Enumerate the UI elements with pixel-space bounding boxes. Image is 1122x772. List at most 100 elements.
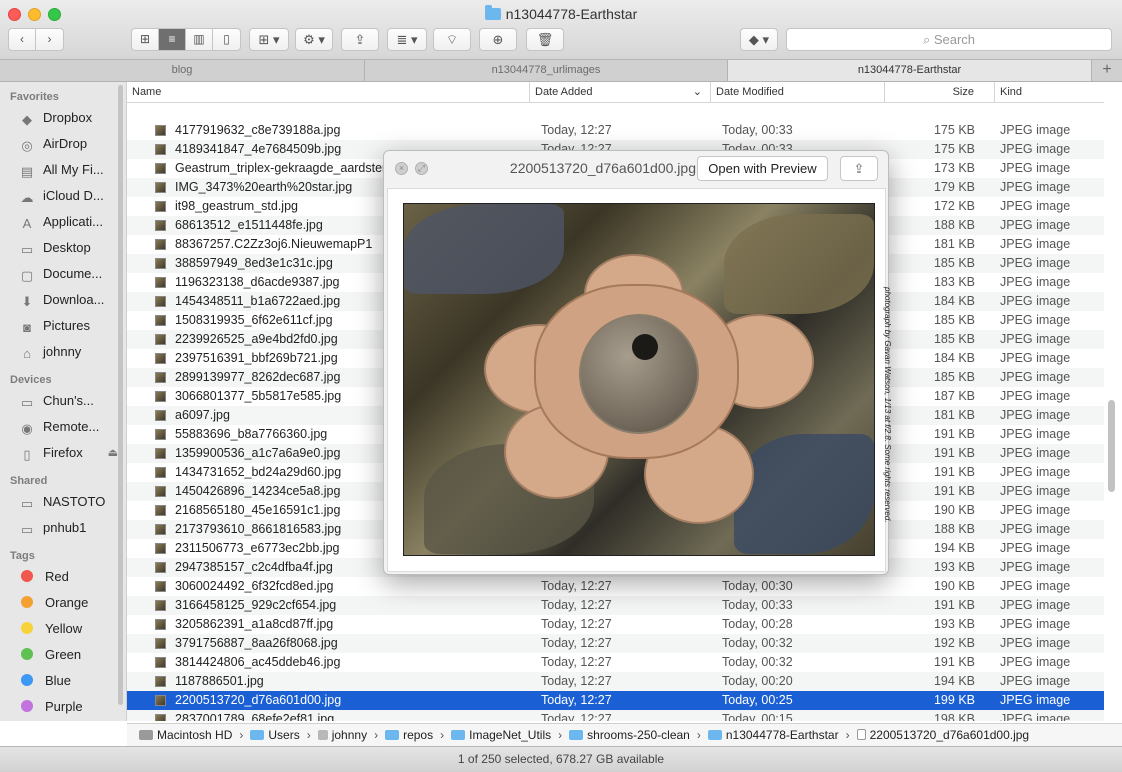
quick-look-share-button[interactable]: ⇪ <box>840 156 878 181</box>
file-size: 175 KB <box>933 142 975 156</box>
sidebar-item-label: iCloud D... <box>43 188 104 203</box>
cover-flow-view-button[interactable]: ▯ <box>213 29 240 50</box>
file-size: 193 KB <box>933 617 975 631</box>
tab-urlimages[interactable]: n13044778_urlimages <box>365 60 728 81</box>
eject-icon[interactable]: ⏏ <box>108 440 118 466</box>
sidebar-scrollbar[interactable] <box>118 85 123 705</box>
path-segment[interactable]: Users <box>250 724 300 746</box>
table-row[interactable]: 1187886501.jpg Today, 12:27 Today, 00:20 19… <box>127 672 1104 691</box>
server-icon: ▭ <box>20 496 34 511</box>
sidebar-tag-orange[interactable]: Orange <box>0 590 126 616</box>
new-tab-button[interactable]: + <box>1092 60 1122 81</box>
airdrop-icon: ◎ <box>21 138 33 153</box>
sidebar-item-label: Desktop <box>43 240 91 255</box>
column-header-date-added[interactable]: Date Added ⌄ <box>529 82 710 103</box>
path-segment[interactable]: Macintosh HD <box>139 724 232 746</box>
date-added: Today, 12:27 <box>541 598 612 612</box>
date-added: Today, 12:27 <box>541 712 612 721</box>
jpeg-file-icon <box>155 467 166 478</box>
file-size: 173 KB <box>933 161 975 175</box>
jpeg-file-icon <box>155 163 166 174</box>
file-kind: JPEG image <box>1000 655 1071 669</box>
path-segment[interactable]: n13044778-Earthstar <box>707 724 839 746</box>
new-folder-button[interactable]: ⊕ <box>479 28 517 51</box>
tag-button[interactable]: ⌔ <box>433 28 471 51</box>
action-menu-button[interactable]: ⚙ ▾ <box>295 28 333 51</box>
sidebar-item-applications[interactable]: A Applicati... <box>0 209 126 235</box>
tab-bar: blog n13044778_urlimages n13044778-Earth… <box>0 60 1122 82</box>
column-header-kind[interactable]: Kind <box>994 82 1104 103</box>
column-header-date-modified[interactable]: Date Modified <box>710 82 884 103</box>
arrange-by-menu-button[interactable]: ≣ ▾ <box>387 28 427 51</box>
column-header-size[interactable]: Size <box>884 82 994 103</box>
share-button[interactable]: ⇪ <box>341 28 379 51</box>
sidebar-item-pictures[interactable]: ◙ Pictures <box>0 313 126 339</box>
sidebar-item-desktop[interactable]: ▭ Desktop <box>0 235 126 261</box>
path-segment-label: ImageNet_Utils <box>469 728 552 742</box>
file-name: 3205862391_a1a8cd87ff.jpg <box>175 617 334 631</box>
path-segment-label: repos <box>403 728 434 742</box>
sidebar-item-airdrop[interactable]: ◎ AirDrop <box>0 131 126 157</box>
sidebar-item-pnhub1[interactable]: ▭ pnhub1 <box>0 515 126 541</box>
back-button[interactable]: ‹ <box>9 29 36 50</box>
table-row[interactable]: 3814424806_ac45ddeb46.jpg Today, 12:27 Tod… <box>127 653 1104 672</box>
quick-look-close-button[interactable]: × <box>395 162 408 175</box>
column-header-name[interactable]: Name <box>127 82 529 103</box>
table-row[interactable]: 2837001789_68efe2ef81.jpg Today, 12:27 Tod… <box>127 710 1104 721</box>
table-row[interactable]: 3205862391_a1a8cd87ff.jpg Today, 12:27 Tod… <box>127 615 1104 634</box>
jpeg-file-icon <box>155 353 166 364</box>
date-modified: Today, 00:15 <box>722 712 793 721</box>
folder-icon <box>385 730 400 740</box>
sidebar-item-label: Green <box>45 647 82 662</box>
table-row[interactable]: 3791756887_8aa26f8068.jpg Today, 12:27 Tod… <box>127 634 1104 653</box>
column-view-button[interactable]: ▥ <box>186 29 213 50</box>
dropbox-menu-button[interactable]: ◆ ▾ <box>740 28 778 51</box>
sidebar-item-home[interactable]: ⌂ johnny <box>0 339 126 365</box>
date-added: Today, 12:27 <box>541 636 612 650</box>
sidebar-item-computer[interactable]: ▭ Chun's... <box>0 388 126 414</box>
list-header: Name Date Added ⌄ Date Modified Size Kind <box>127 82 1104 103</box>
path-segment[interactable]: 2200513720_d76a601d00.jpg <box>856 724 1029 746</box>
path-segment[interactable]: shrooms-250-clean <box>569 724 690 746</box>
sidebar-item-documents[interactable]: ▢ Docume... <box>0 261 126 287</box>
open-with-preview-button[interactable]: Open with Preview <box>697 156 828 181</box>
sidebar-item-nastoto[interactable]: ▭ NASTOTO <box>0 489 126 515</box>
file-size: 187 KB <box>933 389 975 403</box>
sidebar-item-dropbox[interactable]: ◆ Dropbox <box>0 105 126 131</box>
table-row[interactable]: 3166458125_929c2cf654.jpg Today, 12:27 Tod… <box>127 596 1104 615</box>
forward-button[interactable]: › <box>36 29 63 50</box>
path-segment[interactable]: johnny <box>317 724 367 746</box>
sidebar-header-devices: Devices <box>10 374 52 386</box>
sidebar-tag-yellow[interactable]: Yellow <box>0 616 126 642</box>
file-kind: JPEG image <box>1000 313 1071 327</box>
search-field[interactable]: ⌕ Search <box>786 28 1112 51</box>
sidebar-tag-purple[interactable]: Purple <box>0 694 126 720</box>
sidebar-tag-red[interactable]: Red <box>0 564 126 590</box>
list-view-button[interactable]: ≡ <box>159 29 186 50</box>
sidebar-item-icloud-drive[interactable]: ☁ iCloud D... <box>0 183 126 209</box>
sidebar-tag-green[interactable]: Green <box>0 642 126 668</box>
table-row[interactable]: 3060024492_6f32fcd8ed.jpg Today, 12:27 Tod… <box>127 577 1104 596</box>
date-added: Today, 12:27 <box>541 579 612 593</box>
path-separator-icon: › <box>374 728 379 742</box>
folder-icon <box>451 730 466 740</box>
table-row[interactable]: 4177919632_c8e739188a.jpg Today, 12:27 Tod… <box>127 121 1104 140</box>
quick-look-fullscreen-button[interactable]: ⤢ <box>415 162 428 175</box>
sidebar-item-downloads[interactable]: ⬇ Downloa... <box>0 287 126 313</box>
sidebar-tag-blue[interactable]: Blue <box>0 668 126 694</box>
tab-blog[interactable]: blog <box>0 60 365 81</box>
arrange-menu-button[interactable]: ⊞ ▾ <box>249 28 289 51</box>
file-size: 188 KB <box>933 218 975 232</box>
table-row-selected[interactable]: 2200513720_d76a601d00.jpg Today, 12:27 Tod… <box>127 691 1104 710</box>
path-segment[interactable]: ImageNet_Utils <box>451 724 551 746</box>
trash-button[interactable]: 🗑 <box>526 28 564 51</box>
tab-earthstar[interactable]: n13044778-Earthstar <box>728 60 1092 81</box>
icon-view-button[interactable]: ⊞ <box>132 29 159 50</box>
path-segment[interactable]: repos <box>385 724 433 746</box>
sidebar-item-remote-disc[interactable]: ◉ Remote... <box>0 414 126 440</box>
file-kind: JPEG image <box>1000 674 1071 688</box>
sidebar-item-all-my-files[interactable]: ▤ All My Fi... <box>0 157 126 183</box>
sidebar-item-firefox[interactable]: ▯ Firefox ⏏ <box>0 440 126 466</box>
file-kind: JPEG image <box>1000 218 1071 232</box>
list-scrollbar[interactable] <box>1108 400 1115 492</box>
